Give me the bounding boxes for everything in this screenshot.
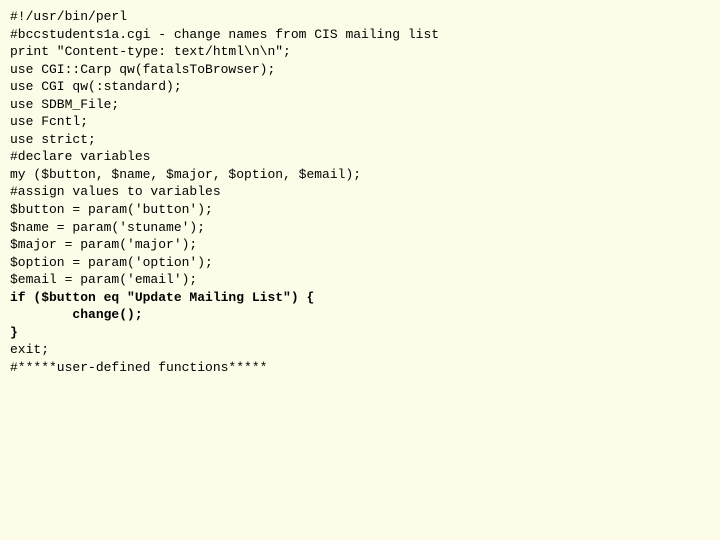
code-line: #declare variables (10, 148, 710, 166)
code-line: #*****user-defined functions***** (10, 359, 710, 377)
code-line: $name = param('stuname'); (10, 219, 710, 237)
code-line: use strict; (10, 131, 710, 149)
code-line: $major = param('major'); (10, 236, 710, 254)
code-line: change(); (10, 306, 710, 324)
code-line: print "Content-type: text/html\n\n"; (10, 43, 710, 61)
code-line: use SDBM_File; (10, 96, 710, 114)
code-line: exit; (10, 341, 710, 359)
code-line: #assign values to variables (10, 183, 710, 201)
code-line: #!/usr/bin/perl (10, 8, 710, 26)
code-line: if ($button eq "Update Mailing List") { (10, 289, 710, 307)
code-line: use Fcntl; (10, 113, 710, 131)
code-line: use CGI::Carp qw(fatalsToBrowser); (10, 61, 710, 79)
code-line: #bccstudents1a.cgi - change names from C… (10, 26, 710, 44)
code-line: $email = param('email'); (10, 271, 710, 289)
code-block: #!/usr/bin/perl#bccstudents1a.cgi - chan… (0, 0, 720, 384)
code-line: $button = param('button'); (10, 201, 710, 219)
code-line: } (10, 324, 710, 342)
code-line: my ($button, $name, $major, $option, $em… (10, 166, 710, 184)
code-line: $option = param('option'); (10, 254, 710, 272)
code-line: use CGI qw(:standard); (10, 78, 710, 96)
